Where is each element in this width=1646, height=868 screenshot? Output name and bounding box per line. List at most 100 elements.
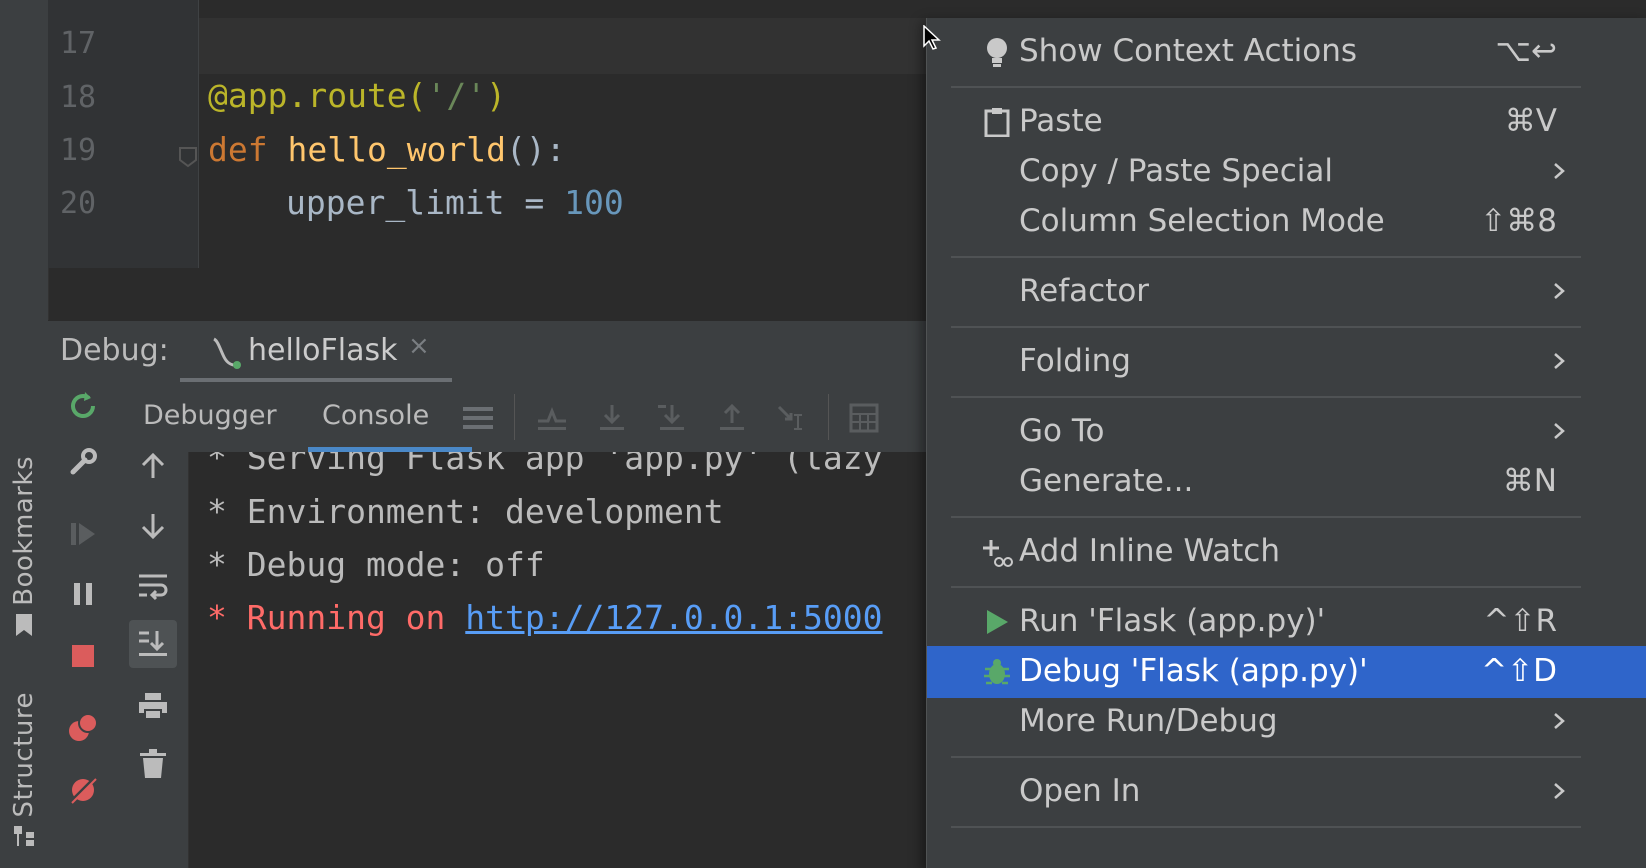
menu-item-show-context-actions[interactable]: Show Context Actions ⌥↩ [927,26,1646,78]
menu-item-paste[interactable]: Paste ⌘V [927,96,1646,148]
run-icon [979,604,1015,640]
menu-item-run-flask[interactable]: Run 'Flask (app.py)' ^⇧R [927,596,1646,648]
layout-menu-button[interactable] [456,396,500,440]
rerun-button[interactable] [59,382,107,430]
menu-item-more-run-debug[interactable]: More Run/Debug [927,696,1646,748]
scroll-to-end-button[interactable] [129,620,177,668]
menu-separator [951,516,1581,518]
debug-subtabs-row: Debugger Console [118,382,928,453]
rerun-icon [71,392,95,418]
chevron-right-icon [1554,423,1565,439]
chevron-right-icon [1554,283,1565,299]
step-over-button[interactable] [590,396,634,440]
resume-button[interactable] [59,510,107,558]
line-number: 20 [60,186,97,221]
menu-item-copy-paste-special[interactable]: Copy / Paste Special [927,146,1646,198]
menu-item-label: More Run/Debug [1019,703,1278,739]
step-into-icon [658,405,684,430]
menu-separator [951,396,1581,398]
scroll-to-end-icon [139,631,167,656]
soft-wrap-button[interactable] [129,562,177,610]
run-to-cursor-button[interactable] [770,396,814,440]
number-literal: 100 [564,183,624,222]
bookmarks-label: Bookmarks [9,456,39,606]
menu-item-label: Show Context Actions [1019,33,1358,69]
evaluate-expression-button[interactable] [842,396,886,440]
stop-button[interactable] [59,632,107,680]
menu-item-shortcut: ^⇧D [1481,653,1557,689]
debug-label: Debug: [60,333,169,368]
bookmarks-tool-tab[interactable]: Bookmarks [4,452,44,642]
toolbar-separator [514,394,515,440]
close-tab-icon[interactable]: × [408,331,430,361]
editor-context-menu: Show Context Actions ⌥↩ Paste ⌘V Copy / … [926,18,1646,868]
menu-item-label: Debug 'Flask (app.py)' [1019,653,1368,689]
console-line-running: * Running on http://127.0.0.1:5000 [207,598,883,637]
console-output[interactable]: * Serving Flask app 'app.py' (lazy * Env… [189,452,928,868]
menu-item-shortcut: ⇧⌘8 [1480,203,1557,239]
breakpoints-icon [69,713,98,741]
console-line: * Debug mode: off [207,545,545,584]
calculator-icon [849,403,879,433]
menu-item-label: Open In [1019,773,1141,809]
run-to-cursor-icon [777,405,802,430]
menu-item-label: Run 'Flask (app.py)' [1019,603,1326,639]
debug-tool-window-header: Debug: helloFlask × [48,320,928,383]
menu-item-folding[interactable]: Folding [927,336,1646,388]
menu-item-generate[interactable]: Generate... ⌘N [927,456,1646,508]
current-line-highlight [199,18,928,74]
scroll-up-button[interactable] [129,442,177,490]
menu-item-add-inline-watch[interactable]: Add Inline Watch [927,526,1646,578]
menu-separator [951,256,1581,258]
route-string: '/' [426,76,487,115]
console-line: * Serving Flask app 'app.py' (lazy [207,452,883,477]
code-editor[interactable]: 17 18 19 20 @app.route('/') def hello_wo… [48,0,928,268]
menu-item-open-in[interactable]: Open In [927,766,1646,818]
fold-marker-icon[interactable] [178,146,198,168]
menu-item-debug-flask[interactable]: Debug 'Flask (app.py)' ^⇧D [927,646,1646,698]
menu-item-refactor[interactable]: Refactor [927,266,1646,318]
step-out-icon [720,403,744,430]
view-breakpoints-button[interactable] [59,704,107,752]
menu-item-label: Refactor [1019,273,1150,309]
mute-breakpoints-icon [68,775,98,805]
step-out-button[interactable] [710,396,754,440]
tab-console[interactable]: Console [322,400,429,431]
clipboard-icon [979,104,1015,140]
menu-item-shortcut: ^⇧R [1483,603,1558,639]
left-tool-strip: Bookmarks Structure [0,0,49,868]
pause-button[interactable] [59,570,107,618]
bookmark-icon [16,613,32,636]
menu-item-label: Generate... [1019,463,1194,499]
debug-bug-icon [979,654,1015,690]
clear-all-button[interactable] [129,740,177,788]
menu-item-label: Paste [1019,103,1103,139]
mute-breakpoints-button[interactable] [59,766,107,814]
show-execution-point-button[interactable] [530,396,574,440]
line-number: 19 [60,133,97,168]
print-button[interactable] [129,682,177,730]
step-into-button[interactable] [650,396,694,440]
menu-item-shortcut: ⌘N [1502,463,1557,499]
structure-tool-tab[interactable]: Structure [4,675,44,865]
menu-item-column-selection-mode[interactable]: Column Selection Mode ⇧⌘8 [927,196,1646,248]
debug-session-tab[interactable]: helloFlask × [180,321,452,383]
pause-icon [74,583,92,605]
arrow-up-icon [141,452,165,478]
add-watch-icon [979,534,1015,570]
server-url-link[interactable]: http://127.0.0.1:5000 [465,598,882,637]
trash-icon [140,749,166,778]
running-prefix: * Running on [207,598,466,637]
function-name: hello_world [287,130,507,169]
code-line-20: upper_limit = 100 [286,183,624,222]
console-line: * Environment: development [207,492,724,531]
settings-button[interactable] [59,438,107,486]
menu-separator [951,756,1581,758]
tab-debugger[interactable]: Debugger [143,400,277,431]
soft-wrap-icon [139,574,168,601]
toolbar-separator [828,394,829,440]
menu-item-label: Go To [1019,413,1105,449]
menu-item-go-to[interactable]: Go To [927,406,1646,458]
debug-main-toolbar [48,382,119,868]
scroll-down-button[interactable] [129,502,177,550]
